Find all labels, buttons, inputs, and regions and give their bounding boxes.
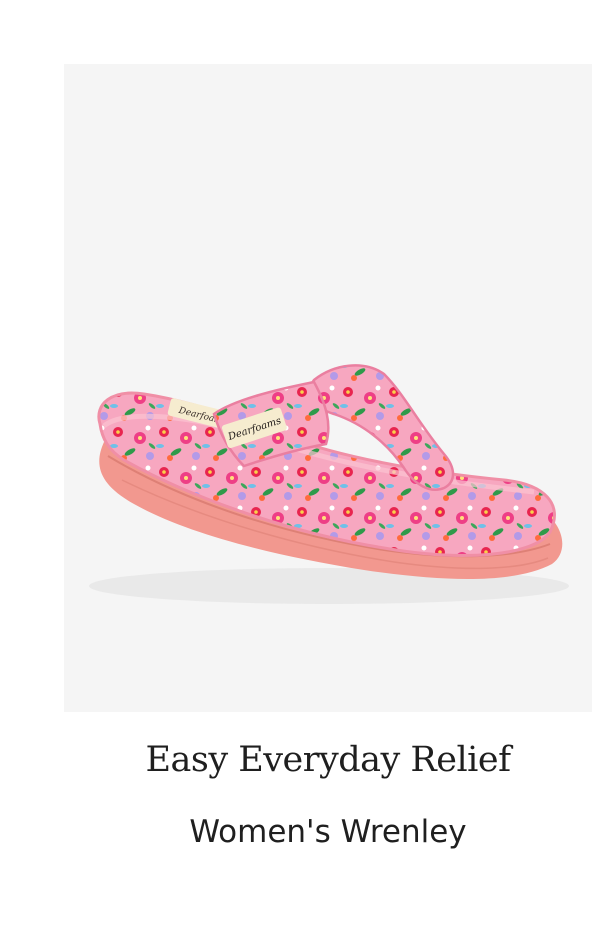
product-card[interactable]: Dearfoams Dearfoams Easy Everyday Relief… xyxy=(0,0,600,928)
slipper-illustration: Dearfoams Dearfoams xyxy=(89,364,569,604)
product-name[interactable]: Women's Wrenley xyxy=(64,814,592,850)
product-headline[interactable]: Easy Everyday Relief xyxy=(64,740,592,780)
product-image[interactable]: Dearfoams Dearfoams xyxy=(64,64,592,712)
